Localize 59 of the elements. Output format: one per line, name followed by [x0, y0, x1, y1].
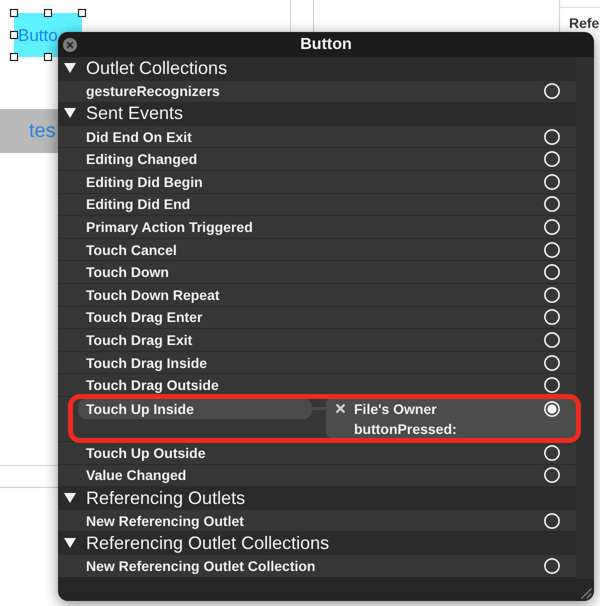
item-label: Touch Drag Outside [86, 377, 219, 394]
inspector-heading: Refe [569, 15, 600, 31]
item-label: Editing Did Begin [86, 174, 203, 190]
resize-handle-icon[interactable] [10, 53, 18, 61]
item-label: Primary Action Triggered [86, 218, 253, 235]
disclosure-triangle-icon[interactable] [64, 492, 76, 503]
ring-icon[interactable] [544, 286, 560, 303]
item-label: Touch Drag Enter [86, 309, 202, 326]
resize-handle-icon[interactable] [10, 9, 18, 17]
canvas-button[interactable]: tes [0, 109, 58, 153]
ring-icon[interactable] [544, 196, 560, 212]
disclosure-triangle-icon[interactable] [64, 108, 76, 118]
item-label: Value Changed [86, 467, 186, 484]
disclosure-triangle-icon[interactable] [64, 63, 76, 74]
resize-handle-icon[interactable] [44, 9, 52, 17]
resize-handle-icon[interactable] [44, 53, 52, 61]
ring-icon[interactable] [544, 264, 560, 280]
item-label: Editing Did End [86, 196, 190, 212]
item-label: Touch Down Repeat [86, 286, 220, 303]
close-button[interactable] [63, 38, 77, 52]
ring-icon[interactable] [544, 242, 560, 258]
item-label: Touch Cancel [86, 242, 177, 258]
filled-ring-icon[interactable] [544, 400, 560, 417]
ring-icon[interactable] [544, 128, 560, 145]
item-label: Touch Up Outside [86, 444, 206, 461]
section-title: Referencing Outlet Collections [86, 532, 330, 553]
item-label: New Referencing Outlet Collection [86, 558, 316, 574]
item-label: Did End On Exit [86, 128, 192, 145]
ring-icon[interactable] [544, 218, 560, 235]
disclosure-triangle-icon[interactable] [64, 538, 76, 548]
ring-icon[interactable] [544, 467, 560, 484]
section-title: Sent Events [86, 103, 184, 124]
ring-icon[interactable] [544, 174, 560, 190]
ring-icon[interactable] [544, 332, 560, 348]
ring-icon[interactable] [544, 83, 560, 100]
ring-icon[interactable] [544, 558, 560, 574]
item-label: Touch Drag Exit [86, 332, 192, 348]
ring-icon[interactable] [544, 309, 560, 326]
section-title: Referencing Outlets [86, 488, 246, 508]
connection-target: File's Owner [354, 400, 437, 417]
resize-handle-icon[interactable] [78, 9, 86, 17]
item-label: Touch Down [86, 264, 169, 280]
event-tag: Touch Up Inside [78, 398, 312, 419]
resize-grip-icon[interactable] [580, 587, 592, 599]
panel-title: Button [300, 36, 352, 52]
ring-icon[interactable] [544, 512, 560, 529]
connection-action: buttonPressed: [354, 420, 457, 437]
item-label: Touch Drag Inside [86, 354, 208, 371]
item-label: Editing Changed [86, 151, 198, 168]
ring-icon[interactable] [544, 151, 560, 168]
x-mark-icon[interactable] [336, 404, 345, 414]
resize-handle-icon[interactable] [10, 31, 18, 39]
section-title: Outlet Collections [86, 58, 228, 78]
item-label: gestureRecognizers [86, 83, 220, 100]
ring-icon[interactable] [544, 377, 560, 394]
ring-icon[interactable] [544, 444, 560, 461]
close-icon [63, 38, 77, 52]
ring-icon[interactable] [544, 354, 560, 371]
item-label: New Referencing Outlet [86, 512, 244, 529]
